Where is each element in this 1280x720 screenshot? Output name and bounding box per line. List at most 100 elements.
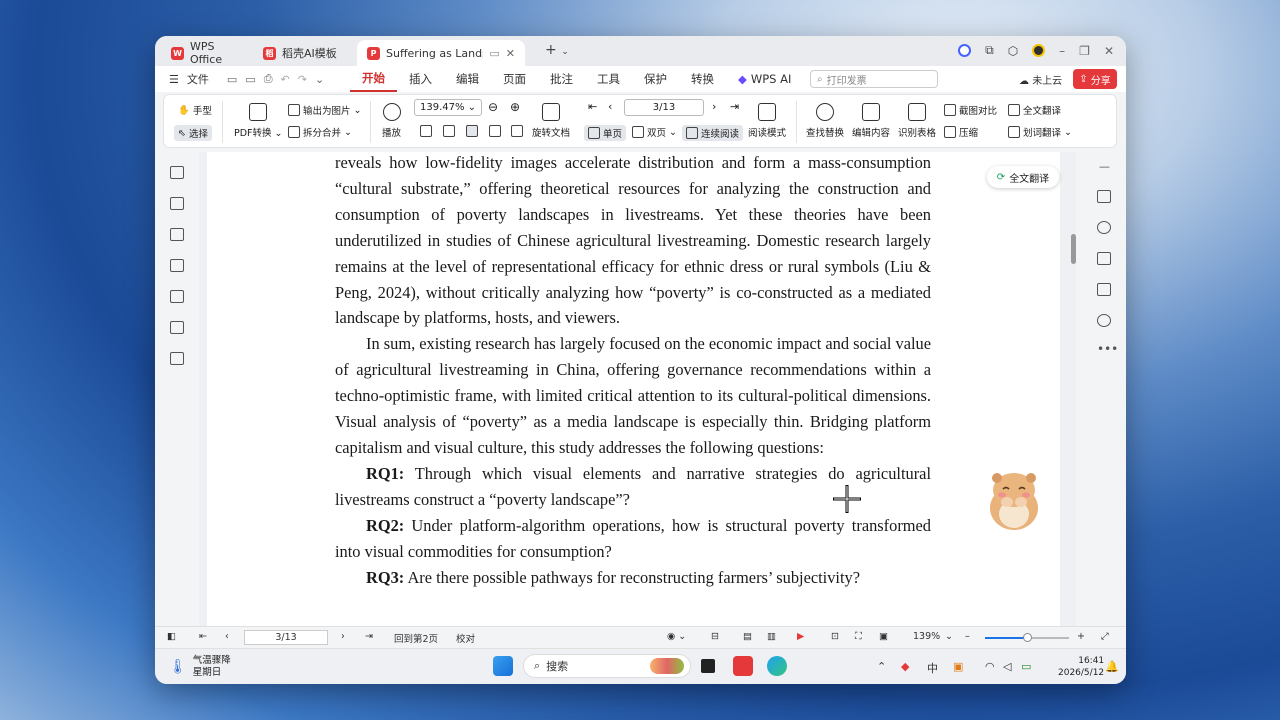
- cloud-status[interactable]: ☁ 未上云: [1019, 72, 1062, 87]
- book-panel-icon[interactable]: [1097, 283, 1111, 296]
- layers-icon[interactable]: [170, 352, 184, 365]
- file-menu[interactable]: 文件: [187, 71, 209, 87]
- tray-chevron-icon[interactable]: ⌃: [877, 660, 886, 673]
- prev-page-icon[interactable]: ‹: [225, 631, 229, 642]
- tray-security-icon[interactable]: ▣: [953, 660, 963, 673]
- minimize-icon[interactable]: –: [1059, 44, 1065, 58]
- page-number-input[interactable]: 3/13: [624, 99, 704, 116]
- export-image-button[interactable]: 输出为图片 ⌄: [288, 103, 361, 117]
- back-to-page-link[interactable]: 回到第2页: [394, 631, 438, 645]
- single-page-icon[interactable]: ▤: [743, 631, 752, 642]
- adjust-icon[interactable]: [1097, 190, 1111, 203]
- undo-icon[interactable]: ↶: [281, 73, 290, 86]
- translate-panel-icon[interactable]: [1097, 252, 1111, 265]
- actual-size-icon[interactable]: ▣: [879, 631, 888, 642]
- last-page-icon[interactable]: ⇥: [365, 631, 373, 642]
- menu-protect[interactable]: 保护: [632, 66, 679, 92]
- menu-home[interactable]: 开始: [350, 66, 397, 92]
- wifi-icon[interactable]: ◠: [985, 660, 995, 673]
- proofread-button[interactable]: 校对: [456, 631, 475, 645]
- menu-edit[interactable]: 编辑: [444, 66, 491, 92]
- rotate-left-icon[interactable]: [489, 125, 501, 137]
- more-chevron-icon[interactable]: ⌄: [315, 73, 324, 86]
- next-page-icon[interactable]: ›: [712, 100, 716, 113]
- weather-widget[interactable]: 🌡 气温骤降 星期日: [169, 655, 231, 679]
- volume-icon[interactable]: ◁: [1003, 660, 1011, 673]
- play-button[interactable]: 播放: [382, 103, 401, 139]
- tab-docer-template[interactable]: 稻 稻壳AI模板: [253, 40, 353, 66]
- fit-width-icon[interactable]: ⊟: [711, 631, 719, 642]
- find-replace-button[interactable]: 查找替换: [806, 103, 844, 139]
- zoom-in-icon[interactable]: ⊕: [510, 100, 520, 114]
- save-icon[interactable]: ▭: [245, 73, 255, 86]
- first-page-icon[interactable]: ⇤: [588, 100, 597, 113]
- bookmark-icon[interactable]: [170, 197, 184, 210]
- command-search-input[interactable]: ⌕ 打印发票: [810, 70, 938, 88]
- task-view-icon[interactable]: [701, 659, 715, 673]
- rotate-document-button[interactable]: 旋转文档: [532, 103, 570, 139]
- hamster-mascot-icon[interactable]: [983, 464, 1045, 534]
- thumbnail-icon[interactable]: [170, 228, 184, 241]
- open-folder-icon[interactable]: ▭: [227, 73, 237, 86]
- window-switch-icon[interactable]: ⧉: [985, 43, 994, 58]
- close-window-icon[interactable]: ✕: [1104, 44, 1114, 58]
- continuous-read-button[interactable]: 连续阅读: [682, 125, 744, 141]
- print-icon[interactable]: ⎙: [264, 72, 273, 86]
- menu-comment[interactable]: 批注: [538, 66, 585, 92]
- collapse-icon[interactable]: —: [1099, 160, 1110, 173]
- rotate-right-icon[interactable]: [511, 125, 523, 137]
- search-panel-icon[interactable]: [1097, 221, 1111, 234]
- outline-icon[interactable]: [170, 166, 184, 179]
- zoom-slider[interactable]: [985, 633, 1069, 642]
- reading-mode-button[interactable]: 阅读模式: [748, 103, 786, 139]
- fit-width-icon[interactable]: [443, 125, 455, 137]
- clock[interactable]: 16:41 2026/5/12: [1058, 655, 1104, 679]
- menu-convert[interactable]: 转换: [679, 66, 726, 92]
- share-button[interactable]: ⇪ 分享: [1073, 69, 1117, 89]
- zoom-in-icon[interactable]: +: [1077, 631, 1085, 642]
- tab-pdf-document[interactable]: P Suffering as Landscape： ▭ ✕: [357, 40, 525, 66]
- menu-insert[interactable]: 插入: [397, 66, 444, 92]
- sidebar-toggle-icon[interactable]: ◧: [167, 631, 176, 642]
- screenshot-compare-button[interactable]: 截图对比: [944, 103, 997, 117]
- full-screen-icon[interactable]: ⛶: [855, 631, 862, 642]
- select-tool-button[interactable]: ⇖ 选择: [174, 125, 212, 141]
- eye-icon[interactable]: ◉ ⌄: [667, 631, 686, 642]
- restore-icon[interactable]: ❐: [1079, 44, 1090, 58]
- menu-tools[interactable]: 工具: [585, 66, 632, 92]
- double-page-icon[interactable]: ▥: [767, 631, 776, 642]
- hand-tool-button[interactable]: ✋ 手型: [178, 103, 212, 118]
- vertical-scrollbar[interactable]: [1069, 152, 1077, 626]
- wps-taskbar-icon[interactable]: [733, 656, 753, 676]
- status-zoom-label[interactable]: 139%: [913, 631, 940, 642]
- zoom-out-icon[interactable]: –: [965, 631, 970, 642]
- signature-icon[interactable]: [170, 321, 184, 334]
- zoom-slider-knob[interactable]: [1023, 633, 1032, 642]
- tray-ime-icon[interactable]: 中: [927, 660, 938, 676]
- menu-wps-ai[interactable]: ◆ WPS AI: [726, 66, 803, 92]
- edit-content-button[interactable]: 编辑内容: [852, 103, 890, 139]
- cube-icon[interactable]: ⬡: [1008, 44, 1018, 58]
- fit-page-icon[interactable]: [420, 125, 432, 137]
- last-page-icon[interactable]: ⇥: [730, 100, 739, 113]
- zoom-chevron-icon[interactable]: ⌄: [945, 631, 953, 642]
- comment-icon[interactable]: [170, 259, 184, 272]
- expand-icon[interactable]: ⤢: [1101, 631, 1109, 642]
- new-tab-icon[interactable]: + ⌄: [545, 42, 569, 58]
- notification-icon[interactable]: 🔔: [1105, 660, 1119, 673]
- split-merge-button[interactable]: 拆分合并 ⌄: [288, 125, 352, 139]
- help-icon[interactable]: [1097, 314, 1111, 327]
- ai-assistant-icon[interactable]: [958, 44, 972, 57]
- full-translate-floating-button[interactable]: ⟳ 全文翻译: [987, 166, 1059, 188]
- avatar[interactable]: [1032, 44, 1046, 57]
- edge-browser-icon[interactable]: [767, 656, 787, 676]
- more-icon[interactable]: •••: [1097, 342, 1118, 356]
- full-translate-button[interactable]: 全文翻译: [1008, 103, 1061, 117]
- tab-wps-office[interactable]: W WPS Office: [161, 40, 249, 66]
- pdf-page[interactable]: reveals how low-fidelity images accelera…: [207, 152, 1060, 626]
- windows-start-icon[interactable]: [493, 656, 513, 676]
- fit-page-icon[interactable]: ⊡: [831, 631, 839, 642]
- redo-icon[interactable]: ↷: [298, 73, 307, 86]
- close-icon[interactable]: ✕: [506, 47, 515, 60]
- taskbar-search[interactable]: ⌕ 搜索: [523, 654, 691, 678]
